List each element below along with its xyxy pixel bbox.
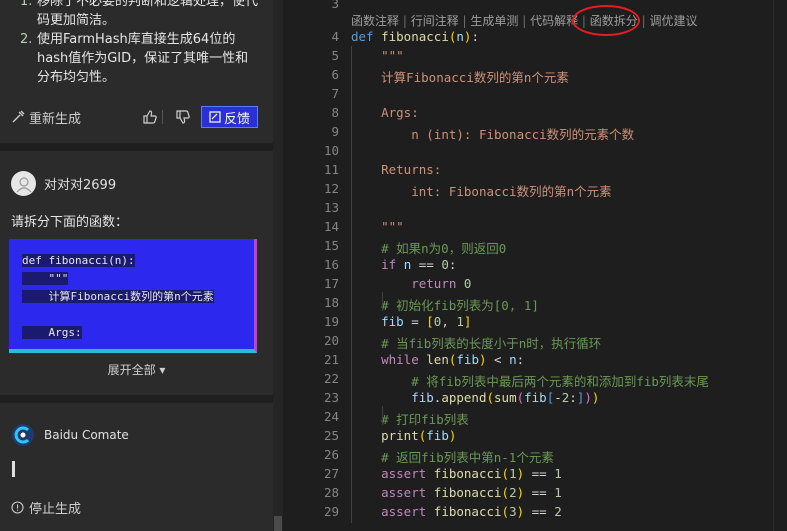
- code-line: fib.append(sum(fib[-2:])): [411, 390, 600, 405]
- chat-panel: 1. 移除了不必要的判断和逻辑处理，使代码更加简洁。 2. 使用FarmHash库直…: [0, 0, 273, 531]
- prompt-code: def fibonacci(n): """ 计算Fibonacci数列的第n个元…: [22, 254, 214, 339]
- stop-icon: [11, 501, 24, 514]
- codelens-explain[interactable]: 代码解释: [530, 14, 578, 28]
- regenerate-icon: [12, 110, 25, 123]
- codelens-optimize[interactable]: 调优建议: [649, 14, 697, 28]
- thumbs-up-icon[interactable]: [140, 107, 160, 127]
- indent-guide: [382, 406, 383, 425]
- line-number: 26: [323, 447, 339, 462]
- line-number: 23: [323, 390, 339, 405]
- typing-cursor: [12, 461, 15, 477]
- line-number: 14: [323, 219, 339, 234]
- code-line: # 打印fib列表: [381, 412, 469, 427]
- code-line: Returns:: [381, 162, 442, 177]
- user-header: 对对对2699: [11, 171, 116, 196]
- summary-list: 1. 移除了不必要的判断和逻辑处理，使代码更加简洁。 2. 使用FarmHash库直…: [20, 0, 260, 87]
- line-number: 9: [331, 124, 339, 139]
- code-line: """: [381, 48, 404, 63]
- code-line: Args:: [381, 105, 419, 120]
- line-number: 24: [323, 409, 339, 424]
- scrollbar-thumb[interactable]: [274, 516, 282, 531]
- line-number: 13: [323, 200, 339, 215]
- line-number: 8: [331, 105, 339, 120]
- chat-scrollbar[interactable]: [273, 0, 283, 531]
- summary-item: 2. 使用FarmHash库直接生成64位的hash值作为GID，保证了其唯一性和…: [20, 32, 249, 85]
- line-number-gutter: 3 4 5 6 7 8 9 10 11 12 13 14 15 16 17 18 19 20 21 22 23 24 25 2…: [283, 0, 339, 531]
- code-line: n (int): Fibonacci数列的元素个数: [411, 127, 635, 142]
- user-message-card: 对对对2699 请拆分下面的函数： def fibonacci(n): """ …: [0, 151, 273, 395]
- codelens-unit-test[interactable]: 生成单测: [470, 14, 518, 28]
- codelens-inline-comment[interactable]: 行间注释: [411, 14, 459, 28]
- line-number: 27: [323, 466, 339, 481]
- code-editor[interactable]: 3 4 5 6 7 8 9 10 11 12 13 14 15 16 17 18 19 20 21 22 23 24 25 2…: [283, 0, 787, 531]
- line-number: 17: [323, 276, 339, 291]
- assistant-reply-card: Baidu Comate 停止生成: [0, 403, 273, 531]
- stop-generating-button[interactable]: 停止生成: [11, 498, 81, 517]
- indent-guide: [351, 46, 352, 523]
- highlight-circle: [572, 5, 640, 36]
- editor-scrollbar[interactable]: [773, 0, 787, 531]
- line-number: 5: [331, 48, 339, 63]
- line-number: 19: [323, 314, 339, 329]
- divider: [162, 110, 163, 124]
- line-number: 6: [331, 67, 339, 82]
- line-number: 18: [323, 295, 339, 310]
- avatar: [11, 171, 36, 196]
- line-number: 7: [331, 86, 339, 101]
- line-number: 16: [323, 257, 339, 272]
- code-line: def fibonacci(n):: [351, 29, 479, 44]
- user-prompt: 请拆分下面的函数：: [11, 215, 129, 230]
- code-line: """: [381, 219, 404, 234]
- code-line: assert fibonacci(2) == 1: [381, 485, 562, 500]
- code-line: while len(fib) < n:: [381, 352, 525, 367]
- prompt-code-block: def fibonacci(n): """ 计算Fibonacci数列的第n个元…: [9, 239, 257, 353]
- code-line: return 0: [411, 276, 472, 291]
- line-number: 21: [323, 352, 339, 367]
- assistant-header: Baidu Comate: [11, 423, 129, 447]
- line-number: 3: [331, 0, 339, 11]
- line-number: 20: [323, 333, 339, 348]
- line-number: 25: [323, 428, 339, 443]
- indent-guide: [382, 292, 383, 311]
- code-line: # 当fib列表的长度小于n时，执行循环: [381, 336, 602, 351]
- line-number: 4: [331, 29, 339, 44]
- feedback-button[interactable]: 反馈: [201, 106, 258, 128]
- assistant-answer-card: 1. 移除了不必要的判断和逻辑处理，使代码更加简洁。 2. 使用FarmHash库直…: [0, 0, 273, 143]
- code-line: # 初始化fib列表为[0, 1]: [381, 298, 539, 313]
- assistant-name: Baidu Comate: [44, 428, 129, 442]
- summary-item: 1. 移除了不必要的判断和逻辑处理，使代码更加简洁。: [20, 0, 259, 28]
- code-line: fib = [0, 1]: [381, 314, 472, 329]
- code-line: # 将fib列表中最后两个元素的和添加到fib列表末尾: [411, 374, 709, 389]
- thumbs-down-icon[interactable]: [173, 107, 193, 127]
- comate-logo-icon: [12, 424, 34, 446]
- regenerate-button[interactable]: 重新生成: [11, 108, 81, 127]
- line-number: 11: [323, 162, 339, 177]
- code-line: assert fibonacci(3) == 2: [381, 504, 562, 519]
- user-avatar-icon: [16, 176, 31, 192]
- code-line: 计算Fibonacci数列的第n个元素: [381, 70, 569, 85]
- expand-all-button[interactable]: 展开全部 ▾: [0, 361, 273, 378]
- line-number: 22: [323, 371, 339, 386]
- feedback-icon: [209, 111, 221, 123]
- code-line: print(fib): [381, 428, 457, 443]
- line-number: 15: [323, 238, 339, 253]
- line-number: 28: [323, 485, 339, 500]
- line-number: 12: [323, 181, 339, 196]
- code-line: if n == 0:: [381, 257, 457, 272]
- rating-buttons: [140, 107, 206, 127]
- code-line: assert fibonacci(1) == 1: [381, 466, 562, 481]
- code-line: int: Fibonacci数列的第n个元素: [411, 184, 612, 199]
- code-line: # 如果n为0，则返回0: [381, 241, 507, 256]
- codelens-actions: 函数注释 | 行间注释 | 生成单测 | 代码解释 | 函数拆分 | 调优建议: [351, 14, 698, 28]
- code-line: # 返回fib列表中第n-1个元素: [381, 450, 554, 465]
- line-number: 10: [323, 143, 339, 158]
- line-number: 29: [323, 504, 339, 519]
- codelens-function-comment[interactable]: 函数注释: [351, 14, 399, 28]
- user-name: 对对对2699: [44, 178, 117, 193]
